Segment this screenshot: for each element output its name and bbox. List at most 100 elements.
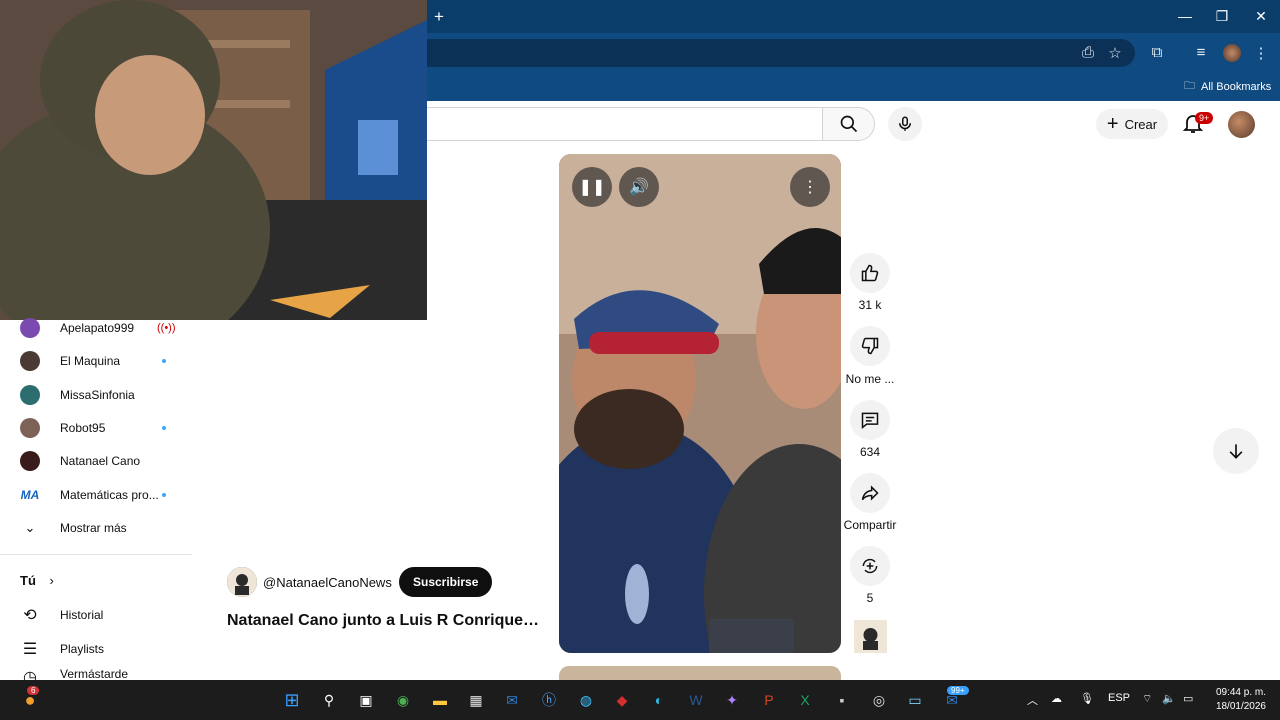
app-icon[interactable]: ◍ xyxy=(572,686,600,714)
plus-icon: + xyxy=(1106,113,1119,135)
next-video-button[interactable] xyxy=(1213,428,1259,474)
address-bar[interactable] xyxy=(395,39,1135,67)
chrome-app-icon[interactable]: ◉ xyxy=(389,686,417,714)
channel-avatar: MA xyxy=(20,485,40,505)
remix-button[interactable] xyxy=(850,546,890,586)
store-icon[interactable]: ▦ xyxy=(462,686,490,714)
excel-icon[interactable]: X xyxy=(791,686,819,714)
install-app-icon[interactable]: ⎙ xyxy=(1077,44,1099,61)
microphone-tray-icon[interactable]: 🎙 xyxy=(1080,692,1094,705)
search-taskbar-icon[interactable]: ⚲ xyxy=(315,686,343,714)
comments-button[interactable] xyxy=(850,400,890,440)
all-bookmarks-label: All Bookmarks xyxy=(1201,80,1272,93)
nav-item-watch-later[interactable]: ◷ Vermástarde xyxy=(20,667,128,680)
search-input[interactable]: r xyxy=(400,107,823,141)
live-indicator-icon: ((•)) xyxy=(157,322,176,334)
app-dark-icon[interactable]: ▪ xyxy=(828,686,856,714)
word-icon[interactable]: W xyxy=(682,686,710,714)
share-button[interactable] xyxy=(850,473,890,513)
channel-avatar xyxy=(20,451,40,471)
voice-search-button[interactable] xyxy=(888,107,922,141)
create-button[interactable]: + Crear xyxy=(1096,109,1168,139)
show-hidden-icons-icon[interactable]: ︿ xyxy=(1027,692,1038,708)
onedrive-icon[interactable]: ☁ xyxy=(1051,692,1062,705)
short-video-player[interactable]: ❚❚ 🔊 ⋮ xyxy=(559,154,841,653)
restore-button[interactable]: ❐ xyxy=(1203,8,1241,25)
pause-button[interactable]: ❚❚ xyxy=(572,167,612,207)
webcam-overlay xyxy=(0,0,427,320)
comment-icon xyxy=(861,412,879,430)
folder-icon: 🗀 xyxy=(1184,80,1195,92)
thumbs-down-icon xyxy=(861,337,879,355)
create-label: Crear xyxy=(1124,116,1158,132)
extensions-icon[interactable]: ⧉ xyxy=(1146,44,1168,61)
history-icon: ⟲ xyxy=(23,607,37,624)
channel-avatar xyxy=(20,351,40,371)
new-content-dot xyxy=(162,426,166,430)
nav-label: Vermástarde xyxy=(60,667,129,680)
subscription-name: Apelapato999 xyxy=(60,321,135,335)
bookmark-star-icon[interactable]: ☆ xyxy=(1104,44,1126,62)
battery-icon[interactable]: ▭ xyxy=(1183,692,1193,705)
remix-icon xyxy=(862,558,878,574)
profile-avatar[interactable] xyxy=(1223,44,1241,62)
volume-button[interactable]: 🔊 xyxy=(619,167,659,207)
wifi-icon[interactable]: ⌔ xyxy=(1142,692,1152,706)
chevron-down-icon: ⌄ xyxy=(24,520,36,535)
all-bookmarks-button[interactable]: 🗀 All Bookmarks xyxy=(1184,77,1271,96)
remote-desktop-icon[interactable]: ▭ xyxy=(901,686,929,714)
chevron-right-icon: › xyxy=(49,573,54,588)
task-view-icon[interactable]: ▣ xyxy=(352,686,380,714)
next-short-preview[interactable] xyxy=(559,666,841,680)
new-content-dot xyxy=(162,493,166,497)
nav-item-history[interactable]: ⟲ Historial xyxy=(20,600,103,630)
chrome-menu-icon[interactable]: ⋮ xyxy=(1250,44,1272,62)
channel-handle[interactable]: @NatanaelCanoNews xyxy=(263,575,392,590)
language-indicator[interactable]: ESP xyxy=(1108,692,1130,704)
subscription-item[interactable]: MA Matemáticas pro... xyxy=(20,480,166,510)
mcafee-icon[interactable]: ◆ xyxy=(608,686,636,714)
subscription-name: Matemáticas pro... xyxy=(60,488,159,502)
new-tab-button[interactable]: + xyxy=(434,7,444,27)
show-more-button[interactable]: ⌄ Mostrar más xyxy=(20,513,127,543)
subscription-item[interactable]: Natanael Cano xyxy=(20,446,140,476)
outlook-mail-icon[interactable]: ✉ xyxy=(498,686,526,714)
hp-icon[interactable]: ⓗ xyxy=(535,686,563,714)
start-icon[interactable]: ⊞ xyxy=(278,686,306,714)
channel-avatar[interactable] xyxy=(227,567,257,597)
playlists-icon: ☰ xyxy=(22,641,38,658)
subscription-item[interactable]: MissaSinfonia xyxy=(20,380,135,410)
like-button[interactable] xyxy=(850,253,890,293)
system-clock[interactable]: 09:44 p. m. 18/01/2026 xyxy=(1208,686,1266,714)
volume-tray-icon[interactable]: 🔈 xyxy=(1162,692,1176,705)
nav-item-playlists[interactable]: ☰ Playlists xyxy=(20,634,104,664)
short-video-frame xyxy=(559,154,841,653)
close-window-button[interactable]: ✕ xyxy=(1242,8,1280,25)
dislike-button[interactable] xyxy=(850,326,890,366)
media-control-icon[interactable]: ≡ xyxy=(1190,44,1212,61)
subscription-item[interactable]: Apelapato999 ((•)) xyxy=(20,313,176,343)
dislike-label: No me ... xyxy=(845,372,895,386)
comment-count: 634 xyxy=(859,445,881,459)
subscription-item[interactable]: El Maquina xyxy=(20,346,166,376)
file-explorer-icon[interactable]: ▬ xyxy=(426,686,454,714)
edge-icon[interactable]: ◐ xyxy=(645,686,673,714)
minimize-button[interactable]: — xyxy=(1166,8,1204,24)
copilot-icon[interactable]: ✦ xyxy=(718,686,746,714)
search-button[interactable] xyxy=(822,107,875,141)
obs-icon[interactable]: ◎ xyxy=(865,686,893,714)
sound-channel-thumbnail[interactable] xyxy=(854,620,887,653)
more-options-button[interactable]: ⋮ xyxy=(790,167,830,207)
show-more-label: Mostrar más xyxy=(60,521,127,535)
you-heading-label: Tú xyxy=(20,573,36,588)
clock-time: 09:44 p. m. xyxy=(1215,687,1266,698)
powerpoint-icon[interactable]: P xyxy=(755,686,783,714)
subscription-item[interactable]: Robot95 xyxy=(20,413,166,443)
share-icon xyxy=(861,485,879,501)
account-avatar[interactable] xyxy=(1228,111,1255,138)
channel-avatar xyxy=(20,318,40,338)
short-title[interactable]: Natanael Cano junto a Luis R Conriquez .… xyxy=(227,612,547,630)
you-section-heading[interactable]: Tú › xyxy=(20,573,54,588)
new-content-dot xyxy=(162,359,166,363)
subscribe-button[interactable]: Suscribirse xyxy=(399,567,493,597)
